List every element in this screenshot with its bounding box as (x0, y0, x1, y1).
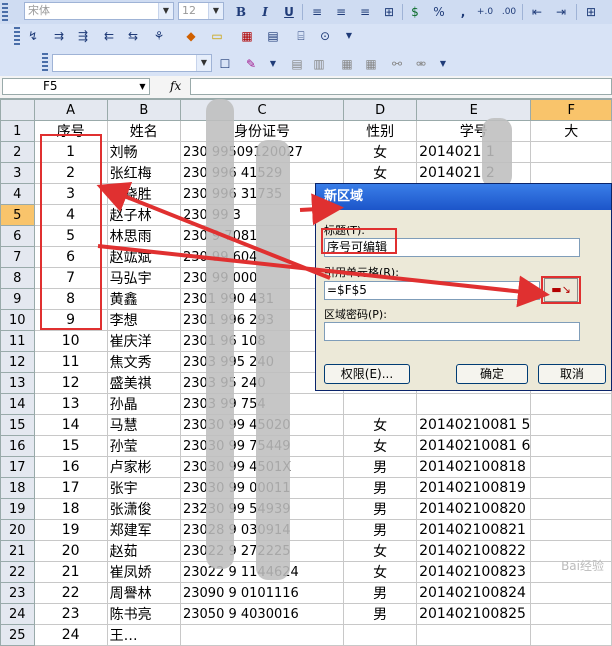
cell[interactable]: 23050 9 4030016 (179, 603, 345, 625)
cell[interactable] (416, 624, 532, 646)
row-header[interactable]: 25 (0, 624, 35, 646)
cell[interactable]: 男 (343, 603, 418, 625)
cell[interactable] (530, 603, 612, 625)
table-row: 23 22 周譽林 23090 9 0101116 男 201402100824 (0, 582, 612, 604)
arrow-to-ref-button (97, 244, 550, 308)
cell[interactable] (530, 582, 612, 604)
arrow-to-seq (96, 182, 331, 280)
cell[interactable]: 陈书亮 (106, 603, 181, 625)
annotation-arrows (96, 182, 550, 308)
cell[interactable]: 王… (106, 624, 181, 646)
cell[interactable]: 24 (33, 624, 108, 646)
cell[interactable]: 201402100825 (416, 603, 532, 625)
cell[interactable] (343, 624, 418, 646)
cell[interactable]: 周譽林 (106, 582, 181, 604)
row-header[interactable]: 23 (0, 582, 35, 604)
arrow-to-dialog (299, 193, 344, 226)
cell[interactable] (530, 624, 612, 646)
cell[interactable] (179, 624, 345, 646)
cell[interactable]: 201402100824 (416, 582, 532, 604)
table-row: 24 23 陈书亮 23050 9 4030016 男 201402100825 (0, 603, 612, 625)
row-header[interactable]: 24 (0, 603, 35, 625)
cell[interactable]: 23 (33, 603, 108, 625)
cell[interactable]: 22 (33, 582, 108, 604)
cell[interactable]: 23090 9 0101116 (179, 582, 345, 604)
table-row: 25 24 王… (0, 624, 612, 646)
cell[interactable]: 男 (343, 582, 418, 604)
watermark: Bai经验 (561, 559, 604, 573)
